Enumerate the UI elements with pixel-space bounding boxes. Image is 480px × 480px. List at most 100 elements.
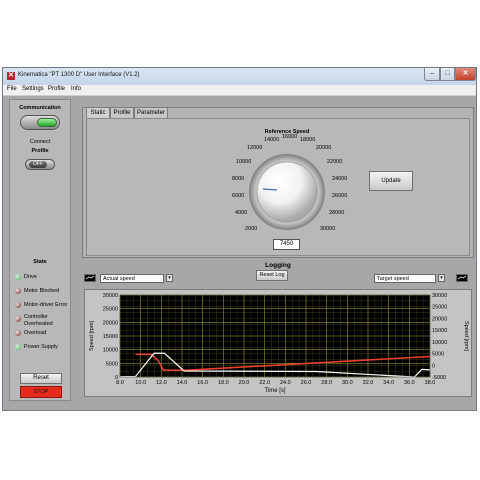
x-tick-label: 10.0 (135, 380, 146, 386)
tab-parameter[interactable]: Parameter (134, 107, 168, 118)
reset-button[interactable]: Reset (20, 373, 62, 384)
profile-label: Profile (31, 148, 49, 154)
y-tick-label-right: -5000 (432, 375, 446, 381)
x-tick-label: 32.0 (363, 380, 374, 386)
target-speed-legend-swatch[interactable] (456, 274, 468, 282)
close-button[interactable]: ✕ (455, 68, 476, 81)
x-tick-label: 16.0 (197, 380, 208, 386)
dial-label-12000: 12000 (247, 145, 263, 151)
y-tick-label-right: 20000 (432, 316, 447, 322)
left-series-select-arrow[interactable]: ▾ (166, 274, 173, 282)
overload-label: Overload (24, 330, 47, 336)
drive-led (15, 274, 21, 280)
motor-driver-error-led (15, 302, 21, 308)
x-tick-label: 34.0 (383, 380, 394, 386)
left-series-select[interactable]: Actual speed (100, 274, 164, 283)
y-tick-label-left: 0 (115, 375, 118, 381)
dial-label-20000: 20000 (316, 145, 332, 151)
y-tick-label-right: 25000 (432, 305, 447, 311)
connect-label: Connect (29, 139, 51, 145)
power-supply-label: Power Supply (24, 344, 58, 350)
y-tick-label-left: 20000 (103, 320, 118, 326)
tab-panel: Static Profile Parameter Reference Speed (82, 107, 474, 258)
motor-blocked-label: Motor Blocked (24, 288, 60, 294)
y-axis-label-right: Speed [rpm] (463, 321, 469, 351)
y-axis-label-left: Speed [rpm] (89, 321, 95, 351)
drive-label: Drive (24, 274, 37, 280)
menu-profile[interactable]: Profile (48, 86, 65, 92)
x-tick-label: 14.0 (177, 380, 188, 386)
communication-label: Communication (19, 105, 61, 111)
tab-profile[interactable]: Profile (110, 107, 134, 118)
app-logo-icon: ✕ (7, 72, 15, 80)
menu-bar: File Settings Profile Info (3, 85, 476, 96)
profile-toggle-knob: OFF (29, 161, 47, 168)
dial-label-28000: 28000 (329, 210, 345, 216)
right-series-select[interactable]: Target speed (374, 274, 436, 283)
y-tick-label-right: 10000 (432, 340, 447, 346)
profile-toggle[interactable]: OFF (25, 159, 55, 170)
reset-log-button[interactable]: Reset Log (256, 270, 288, 281)
menu-info[interactable]: Info (71, 86, 81, 92)
menu-file[interactable]: File (7, 86, 17, 92)
menu-settings[interactable]: Settings (22, 86, 44, 92)
state-title: State (33, 259, 47, 265)
maximize-button[interactable]: □ (440, 68, 455, 81)
logging-panel: Logging Reset Log Actual speed ▾ Target … (82, 261, 474, 401)
x-axis-label: Time [s] (264, 388, 285, 394)
x-tick-label: 26.0 (301, 380, 312, 386)
y-tick-label-left: 5000 (106, 361, 118, 367)
dial-label-2000: 2000 (245, 226, 258, 232)
app-window: ✕ Kinematica "PT 1300 D" User Interface … (2, 67, 477, 411)
connect-toggle[interactable] (20, 115, 60, 130)
y-tick-label-right: 5000 (432, 352, 444, 358)
controller-overheated-label: Controller Overheated (24, 314, 53, 327)
stop-button[interactable]: STOP (20, 386, 62, 398)
speed-chart: 8.0 10.0 12.0 14.0 16.0 18.0 20.0 22.0 24.0 26.0 2… (84, 289, 472, 397)
dial-label-30000: 30000 (320, 226, 336, 232)
dial-label-6000: 6000 (232, 193, 245, 199)
speed-value-field[interactable]: 7450 (273, 239, 300, 250)
x-tick-label: 18.0 (218, 380, 229, 386)
overload-led (15, 330, 21, 336)
motor-blocked-led (15, 288, 21, 294)
x-tick-label: 28.0 (321, 380, 332, 386)
dial-label-16000: 16000 (282, 134, 298, 140)
logging-title: Logging (265, 262, 291, 269)
right-series-select-arrow[interactable]: ▾ (438, 274, 445, 282)
control-panel: Communication Connect Profile OFF State … (9, 99, 71, 401)
x-tick-label: 24.0 (280, 380, 291, 386)
y-tick-label-left: 15000 (103, 334, 118, 340)
chart-svg: 8.0 10.0 12.0 14.0 16.0 18.0 20.0 22.0 24.0 26.0 2… (89, 293, 469, 394)
x-tick-label: 12.0 (156, 380, 167, 386)
dial-label-22000: 22000 (327, 159, 343, 165)
dial-label-10000: 10000 (236, 159, 252, 165)
dial-label-14000: 14000 (264, 137, 280, 143)
y-tick-label-right: 0 (432, 363, 435, 369)
y-tick-label-left: 10000 (103, 348, 118, 354)
dial-label-4000: 4000 (235, 210, 248, 216)
dial-label-18000: 18000 (300, 137, 316, 143)
static-tab-content: Reference Speed 2000 4000 6000 8000 1000… (86, 118, 470, 256)
dial-label-8000: 8000 (232, 176, 245, 182)
x-tick-label: 30.0 (342, 380, 353, 386)
y-tick-label-right: 15000 (432, 328, 447, 334)
update-button[interactable]: Update (369, 171, 413, 191)
power-supply-led (15, 344, 21, 350)
tab-static[interactable]: Static (86, 107, 110, 118)
y-tick-label-left: 25000 (103, 307, 118, 313)
dial-label-24000: 24000 (332, 176, 348, 182)
x-tick-label: 36.0 (404, 380, 415, 386)
actual-speed-legend-swatch[interactable] (84, 274, 96, 282)
connect-toggle-knob (37, 118, 57, 127)
y-tick-label-left: 30000 (103, 293, 118, 299)
x-tick-label: 20.0 (239, 380, 250, 386)
y-tick-label-right: 30000 (432, 293, 447, 299)
dial-knob[interactable] (256, 161, 318, 223)
window-title: Kinematica "PT 1300 D" User Interface (V… (18, 72, 140, 78)
minimize-button[interactable]: – (424, 68, 440, 81)
motor-driver-error-label: Motor-driver Error (24, 302, 68, 308)
title-bar: ✕ Kinematica "PT 1300 D" User Interface … (3, 68, 476, 85)
x-tick-label: 22.0 (259, 380, 270, 386)
dial-label-26000: 26000 (332, 193, 348, 199)
